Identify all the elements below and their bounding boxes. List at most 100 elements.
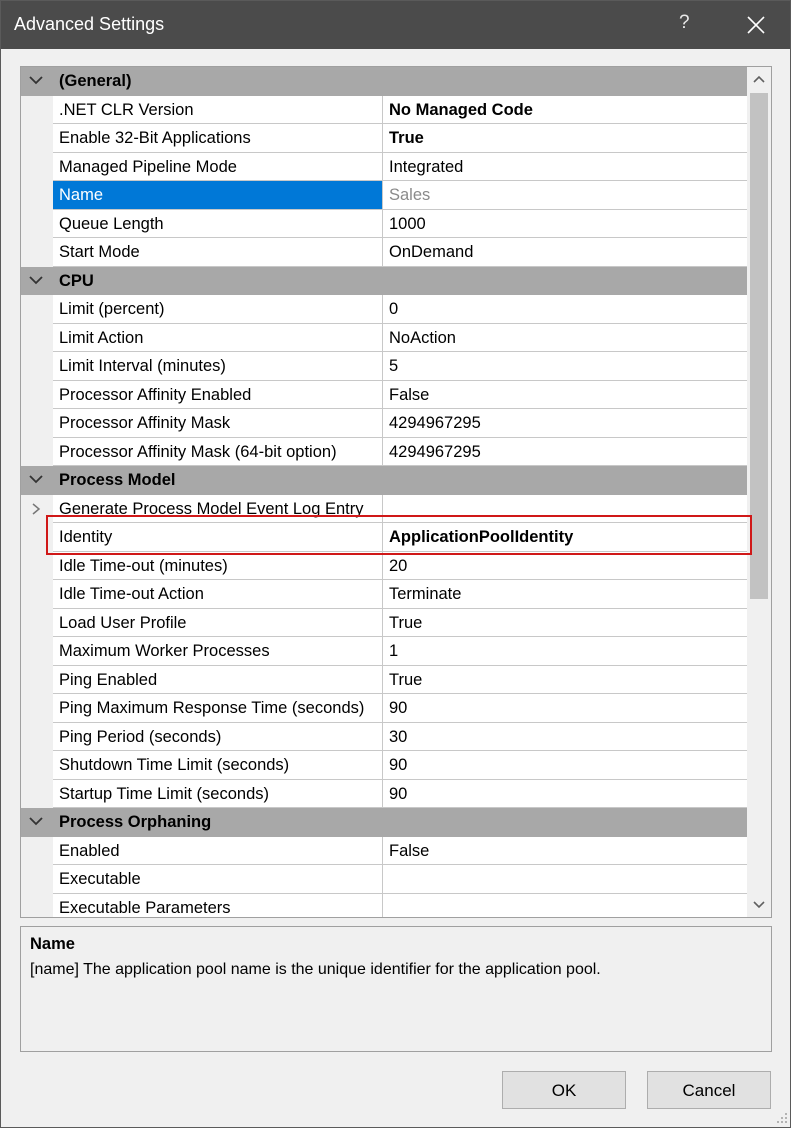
property-value[interactable]: False	[383, 837, 747, 865]
property-name: Enabled	[53, 836, 383, 865]
category-general[interactable]: (General)	[21, 67, 747, 96]
property-name: Identity	[53, 523, 383, 552]
property-value[interactable]: True	[383, 124, 747, 153]
cancel-button[interactable]: Cancel	[647, 1071, 771, 1109]
property-row[interactable]: Processor Affinity Mask 4294967295	[21, 409, 747, 438]
window-title: Advanced Settings	[14, 14, 165, 34]
property-value[interactable]: Sales	[383, 181, 747, 210]
property-name: Generate Process Model Event Log Entry	[53, 494, 383, 523]
property-value[interactable]	[383, 495, 747, 523]
category-cpu[interactable]: CPU	[21, 266, 747, 295]
property-value[interactable]: OnDemand	[383, 238, 747, 267]
property-value[interactable]: 90	[383, 751, 747, 780]
property-row[interactable]: Idle Time-out (minutes) 20	[21, 551, 747, 580]
property-grid[interactable]: (General) .NET CLR Version No Managed Co…	[20, 66, 772, 918]
category-process-model[interactable]: Process Model	[21, 466, 747, 495]
ok-button[interactable]: OK	[502, 1071, 626, 1109]
property-value[interactable]	[383, 865, 747, 894]
property-name: Load User Profile	[53, 608, 383, 637]
property-value[interactable]: No Managed Code	[383, 96, 747, 124]
chevron-down-icon[interactable]	[29, 474, 43, 484]
close-icon[interactable]	[746, 15, 766, 35]
property-name: Enable 32-Bit Applications	[53, 124, 383, 153]
property-value[interactable]: 30	[383, 723, 747, 751]
scrollbar-thumb[interactable]	[750, 93, 768, 599]
property-value[interactable]: False	[383, 381, 747, 409]
property-value[interactable]: 1000	[383, 210, 747, 238]
property-name: Limit Interval (minutes)	[53, 352, 383, 381]
property-name: Queue Length	[53, 209, 383, 238]
property-row[interactable]: Idle Time-out Action Terminate	[21, 580, 747, 609]
property-value[interactable]: ApplicationPoolIdentity	[383, 523, 747, 552]
property-row[interactable]: Managed Pipeline Mode Integrated	[21, 152, 747, 181]
property-value[interactable]: 5	[383, 352, 747, 381]
category-label: CPU	[59, 271, 94, 290]
property-value[interactable]: 4294967295	[383, 409, 747, 438]
category-process-orphaning[interactable]: Process Orphaning	[21, 808, 747, 837]
property-name: .NET CLR Version	[53, 95, 383, 124]
property-value[interactable]: NoAction	[383, 324, 747, 352]
property-row[interactable]: Limit (percent) 0	[21, 295, 747, 324]
property-row-selected[interactable]: Name Sales	[21, 181, 747, 210]
property-value[interactable]: 1	[383, 637, 747, 666]
property-row[interactable]: Processor Affinity Mask (64-bit option) …	[21, 437, 747, 466]
property-name: Idle Time-out (minutes)	[53, 551, 383, 580]
property-name: Ping Period (seconds)	[53, 722, 383, 751]
property-row[interactable]: Maximum Worker Processes 1	[21, 637, 747, 666]
property-row[interactable]: Limit Action NoAction	[21, 323, 747, 352]
chevron-right-icon[interactable]	[31, 502, 41, 515]
property-row-identity[interactable]: Identity ApplicationPoolIdentity	[21, 523, 747, 552]
description-title: Name	[30, 935, 75, 953]
advanced-settings-dialog: Advanced Settings ? (General) .NET CLR V…	[0, 0, 791, 1128]
property-value[interactable]: 90	[383, 694, 747, 723]
property-value[interactable]: True	[383, 609, 747, 637]
chevron-down-icon[interactable]	[29, 75, 43, 85]
chevron-down-icon[interactable]	[29, 816, 43, 826]
property-row[interactable]: Generate Process Model Event Log Entry	[21, 494, 747, 523]
property-name: Name	[53, 181, 383, 210]
property-row[interactable]: Enabled False	[21, 836, 747, 865]
chevron-down-icon[interactable]	[29, 275, 43, 285]
property-row[interactable]: Load User Profile True	[21, 608, 747, 637]
property-value[interactable]: 0	[383, 295, 747, 324]
property-row[interactable]: Enable 32-Bit Applications True	[21, 124, 747, 153]
property-row[interactable]: Startup Time Limit (seconds) 90	[21, 779, 747, 808]
property-row[interactable]: Ping Enabled True	[21, 665, 747, 694]
property-name: Executable	[53, 865, 383, 894]
description-text: [name] The application pool name is the …	[30, 961, 601, 978]
title-bar: Advanced Settings ?	[1, 1, 790, 49]
property-value[interactable]: Terminate	[383, 580, 747, 609]
category-label: Process Orphaning	[59, 813, 212, 831]
property-value[interactable]: 20	[383, 552, 747, 580]
property-row[interactable]: Queue Length 1000	[21, 209, 747, 238]
property-row[interactable]: Start Mode OnDemand	[21, 238, 747, 267]
property-name: Processor Affinity Mask (64-bit option)	[53, 437, 383, 466]
scroll-down-icon[interactable]	[753, 901, 765, 909]
property-name: Limit (percent)	[53, 295, 383, 324]
property-row[interactable]: Executable	[21, 865, 747, 894]
resize-grip-icon[interactable]	[775, 1111, 789, 1125]
property-name: Start Mode	[53, 238, 383, 267]
property-name: Limit Action	[53, 323, 383, 352]
property-row[interactable]: Executable Parameters	[21, 893, 747, 918]
category-label: Process Model	[59, 471, 176, 489]
property-name: Managed Pipeline Mode	[53, 152, 383, 181]
property-value[interactable]: 90	[383, 780, 747, 808]
property-row[interactable]: Shutdown Time Limit (seconds) 90	[21, 751, 747, 780]
property-value[interactable]: 4294967295	[383, 438, 747, 466]
property-row[interactable]: Ping Period (seconds) 30	[21, 722, 747, 751]
property-row[interactable]: Limit Interval (minutes) 5	[21, 352, 747, 381]
property-row[interactable]: .NET CLR Version No Managed Code	[21, 95, 747, 124]
property-name: Executable Parameters	[53, 893, 383, 917]
property-row[interactable]: Ping Maximum Response Time (seconds) 90	[21, 694, 747, 723]
property-row[interactable]: Processor Affinity Enabled False	[21, 380, 747, 409]
help-icon[interactable]: ?	[679, 12, 690, 34]
property-value[interactable]	[383, 894, 747, 918]
property-value[interactable]: True	[383, 666, 747, 694]
property-name: Maximum Worker Processes	[53, 637, 383, 666]
scroll-up-icon[interactable]	[753, 75, 765, 83]
property-name: Ping Maximum Response Time (seconds)	[53, 694, 383, 723]
property-name: Processor Affinity Enabled	[53, 380, 383, 409]
vertical-scrollbar[interactable]	[747, 67, 771, 917]
property-value[interactable]: Integrated	[383, 153, 747, 181]
